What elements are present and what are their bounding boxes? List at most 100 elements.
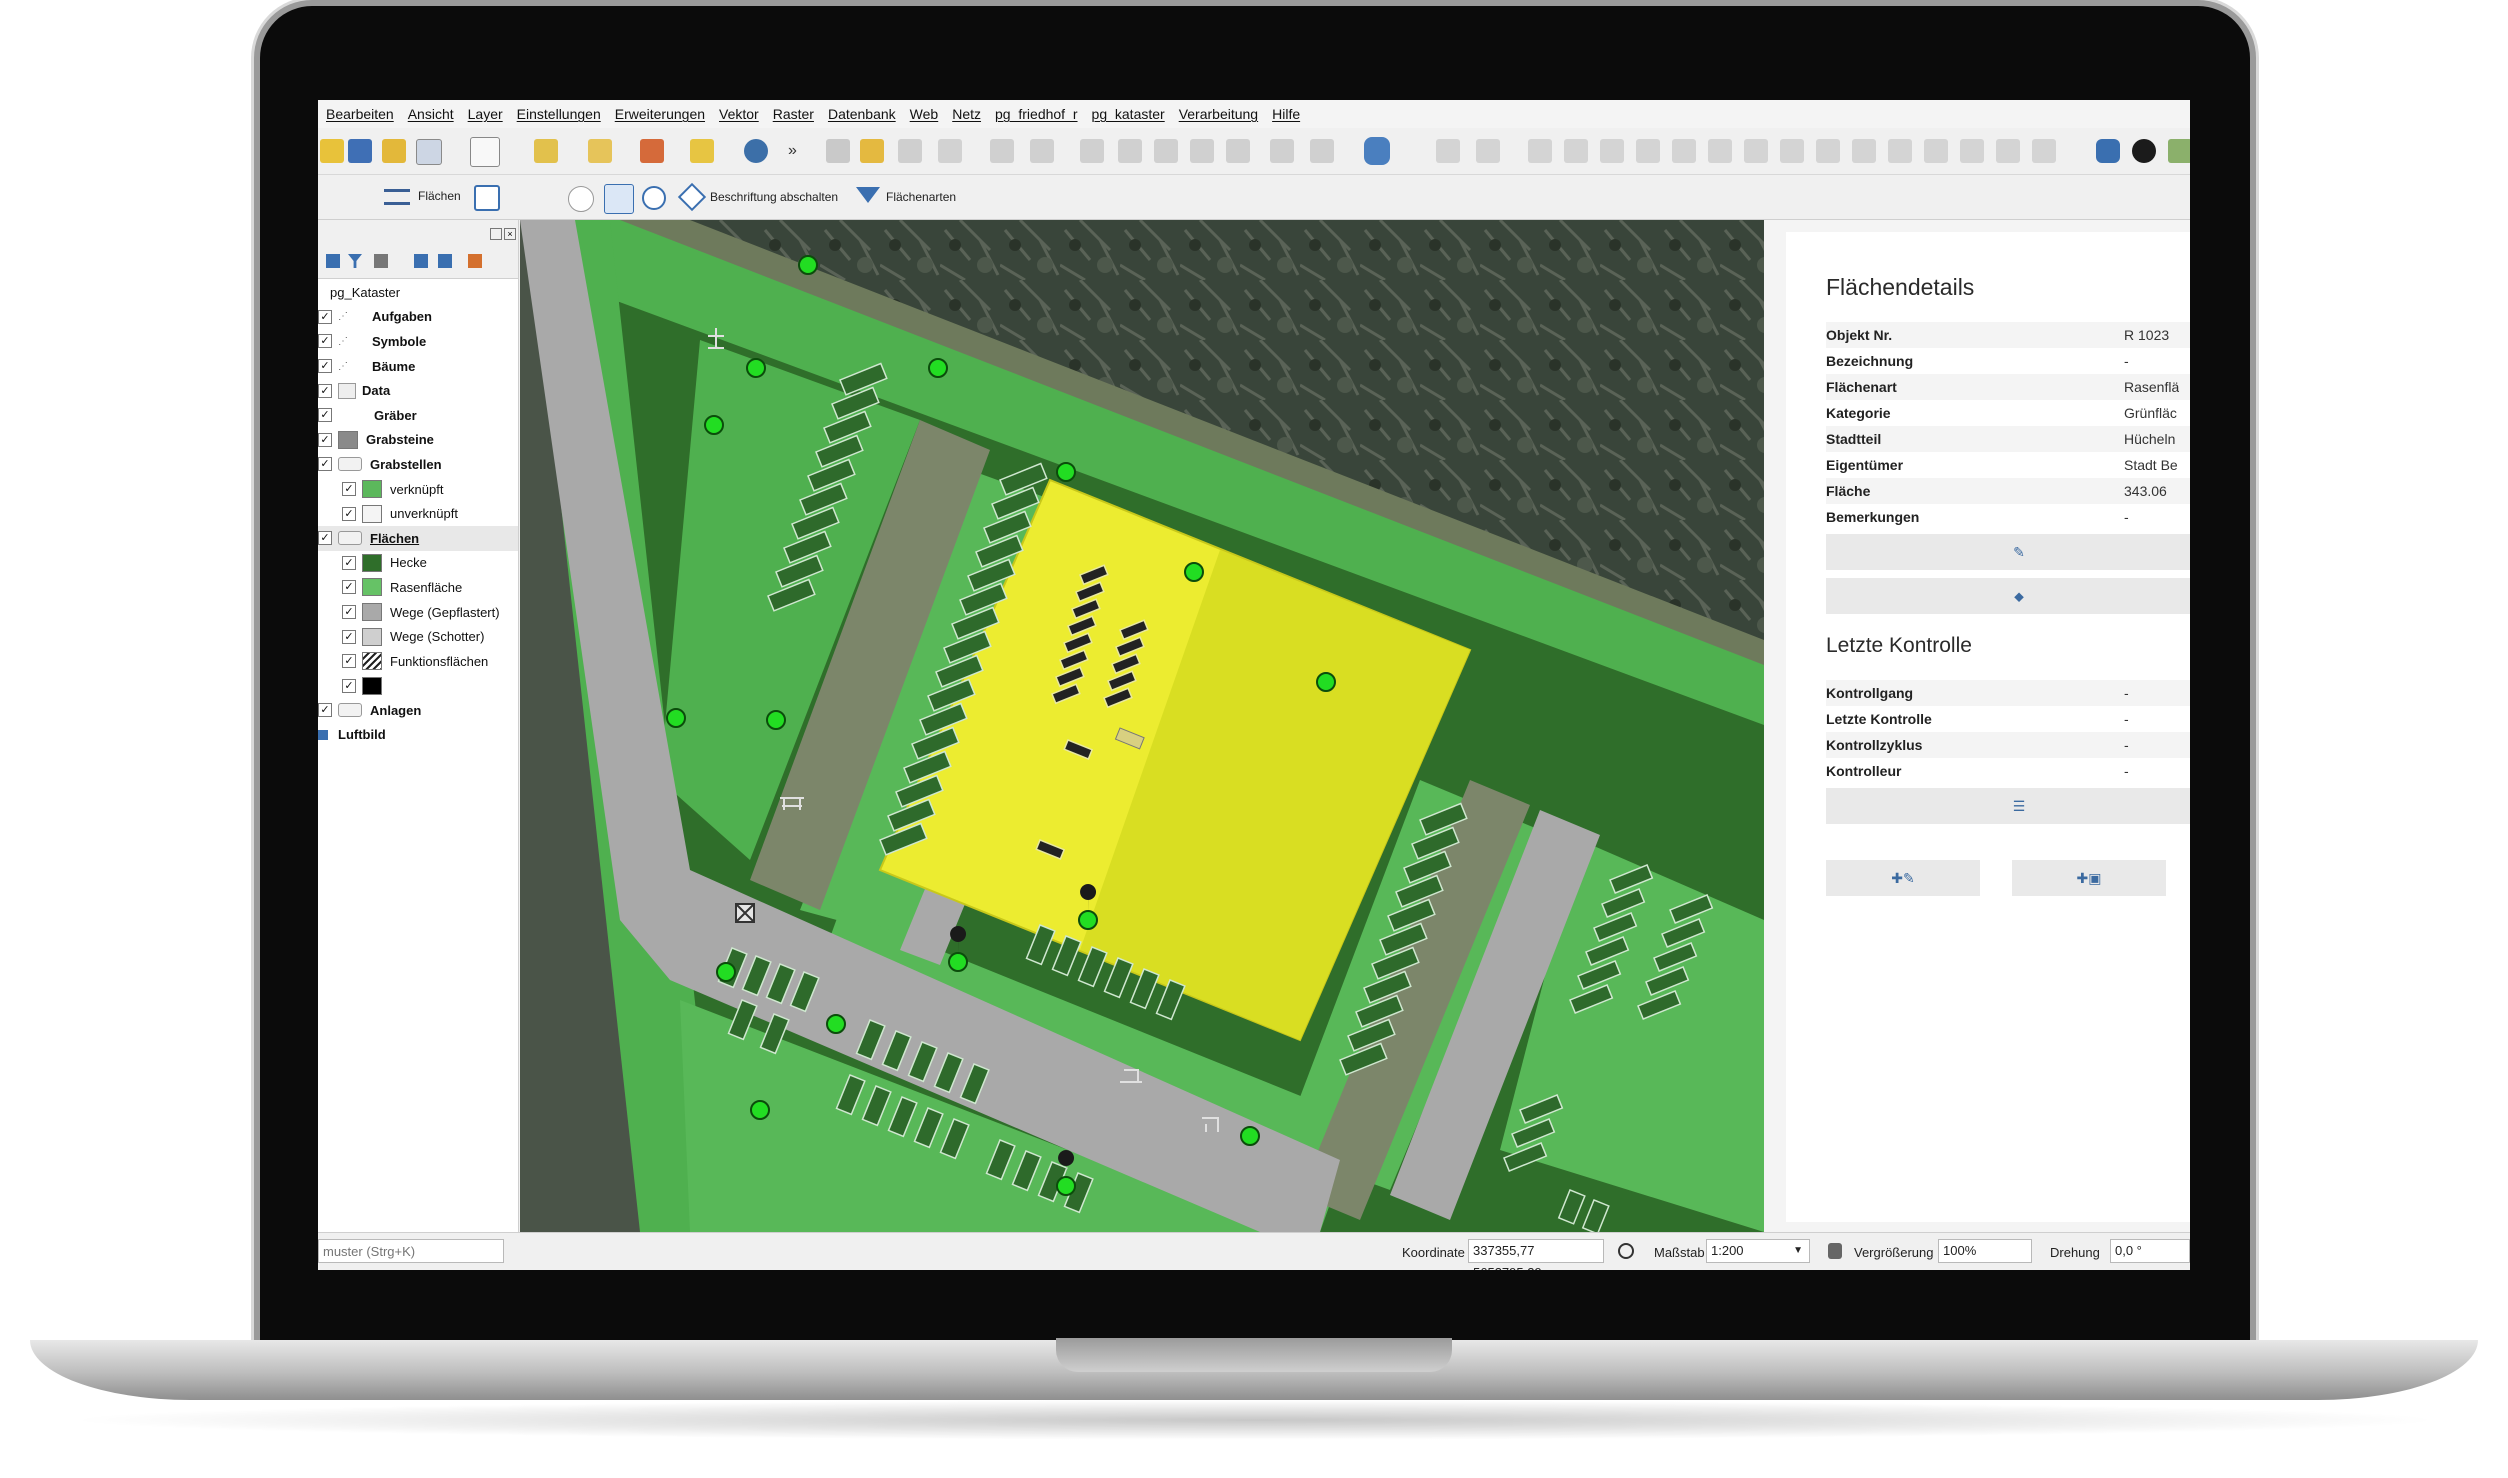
menu-raster[interactable]: Raster [773, 106, 814, 122]
copy-features-icon[interactable] [1190, 139, 1214, 163]
flaechenarten-filter-button[interactable]: Flächenarten [854, 183, 964, 211]
collapse-all-icon[interactable] [438, 254, 452, 268]
redo-icon[interactable] [1310, 139, 1334, 163]
digitizing-tool-15-icon[interactable] [1960, 139, 1984, 163]
toggle-editing-icon[interactable] [860, 139, 884, 163]
save-project-icon[interactable] [348, 139, 372, 163]
category-rasenflaeche[interactable]: ✓ Rasenfläche [318, 575, 518, 600]
vertex-tool-icon[interactable] [1030, 139, 1054, 163]
undock-icon[interactable] [490, 228, 502, 240]
more-tools-icon[interactable]: » [788, 142, 797, 160]
layer-checkbox[interactable]: ✓ [318, 703, 332, 718]
category-unverknuepft[interactable]: ✓ unverknüpft [318, 501, 518, 526]
python-console-icon[interactable] [2096, 139, 2120, 163]
save-edits-icon[interactable] [898, 139, 922, 163]
deselect-icon[interactable] [640, 139, 664, 163]
menu-hilfe[interactable]: Hilfe [1272, 106, 1300, 122]
scale-select[interactable]: 1:200 ▼ [1706, 1239, 1810, 1263]
list-button[interactable]: ☰ [1826, 788, 2190, 824]
menu-vektor[interactable]: Vektor [719, 106, 759, 122]
open-project-icon[interactable] [320, 139, 344, 163]
remove-layer-icon[interactable] [468, 254, 482, 268]
digitizing-tool-12-icon[interactable] [1852, 139, 1876, 163]
layer-baeume[interactable]: ✓ ⋰ Bäume [318, 354, 518, 379]
plugin-icon[interactable] [2168, 139, 2190, 163]
layer-checkbox[interactable]: ✓ [318, 359, 332, 374]
delete-selected-icon[interactable] [1118, 139, 1142, 163]
layer-grabsteine[interactable]: ✓ Grabsteine [318, 428, 518, 453]
close-icon[interactable]: × [504, 228, 516, 240]
category-checkbox[interactable]: ✓ [342, 482, 356, 497]
add-image-button[interactable]: ✚▣ [2012, 860, 2166, 896]
category-checkbox[interactable]: ✓ [342, 629, 356, 644]
menu-einstellungen[interactable]: Einstellungen [517, 106, 601, 122]
layer-checkbox[interactable]: ✓ [318, 408, 332, 423]
layer-symbole[interactable]: ✓ ⋰ Symbole [318, 329, 518, 354]
category-checkbox[interactable]: ✓ [342, 580, 356, 595]
flaechen-layer-button[interactable]: Flächen [382, 183, 464, 211]
digitizing-tool-2-icon[interactable] [1476, 139, 1500, 163]
select-location-icon[interactable] [690, 139, 714, 163]
select-by-value-icon[interactable] [588, 139, 612, 163]
category-wege-schotter[interactable]: ✓ Wege (Schotter) [318, 624, 518, 649]
print-layout-icon[interactable] [416, 139, 442, 165]
open-layer-styling-icon[interactable] [326, 254, 340, 268]
map-canvas[interactable] [520, 220, 1764, 1232]
tag-button[interactable]: ⬥ [1826, 578, 2190, 614]
category-funktionsflaechen[interactable]: ✓ Funktionsflächen [318, 649, 518, 674]
category-checkbox[interactable]: ✓ [342, 678, 356, 693]
layer-group-pg-kataster[interactable]: pg_Kataster [318, 280, 518, 305]
search-icon[interactable] [642, 186, 666, 210]
digitizing-tool-17-icon[interactable] [2032, 139, 2056, 163]
identify-features-icon[interactable] [744, 139, 768, 163]
layer-luftbild[interactable]: Luftbild [318, 723, 518, 748]
menu-pg-friedhof[interactable]: pg_friedhof_r [995, 106, 1078, 122]
layer-grabstellen[interactable]: ✓ Grabstellen [318, 452, 518, 477]
modify-attributes-icon[interactable] [1080, 139, 1104, 163]
menu-datenbank[interactable]: Datenbank [828, 106, 896, 122]
expand-all-icon[interactable] [414, 254, 428, 268]
current-edits-icon[interactable] [826, 139, 850, 163]
beschriftung-button[interactable]: Beschriftung abschalten [677, 182, 840, 212]
layer-checkbox[interactable]: ✓ [318, 531, 332, 546]
digitizing-tool-4-icon[interactable] [1564, 139, 1588, 163]
add-polygon-icon[interactable] [990, 139, 1014, 163]
layer-aufgaben[interactable]: ✓ ⋰ Aufgaben [318, 305, 518, 330]
mouse-coordinates-icon[interactable] [1618, 1243, 1634, 1259]
category-other[interactable]: ✓ [318, 674, 518, 699]
menu-verarbeitung[interactable]: Verarbeitung [1179, 106, 1258, 122]
digitizing-tool-8-icon[interactable] [1708, 139, 1732, 163]
category-checkbox[interactable]: ✓ [342, 506, 356, 521]
locator-search-input[interactable] [318, 1239, 504, 1263]
layer-anlagen[interactable]: ✓ Anlagen [318, 698, 518, 723]
select-features-icon[interactable] [534, 139, 558, 163]
digitizing-tool-11-icon[interactable] [1816, 139, 1840, 163]
debug-bug-icon[interactable] [2132, 139, 2156, 163]
add-point-icon[interactable] [568, 186, 594, 212]
digitize-icon[interactable] [938, 139, 962, 163]
save-as-icon[interactable] [382, 139, 406, 163]
layer-checkbox[interactable]: ✓ [318, 334, 332, 349]
digitizing-tool-10-icon[interactable] [1780, 139, 1804, 163]
filter-by-expression-icon[interactable] [374, 254, 388, 268]
layer-checkbox[interactable]: ✓ [318, 457, 332, 472]
layer-checkbox[interactable]: ✓ [318, 383, 332, 398]
grid-icon[interactable] [474, 185, 500, 211]
category-verknuepft[interactable]: ✓ verknüpft [318, 477, 518, 502]
menu-netz[interactable]: Netz [952, 106, 981, 122]
digitizing-tool-13-icon[interactable] [1888, 139, 1912, 163]
digitizing-tool-7-icon[interactable] [1672, 139, 1696, 163]
layer-checkbox[interactable]: ✓ [318, 309, 332, 324]
paste-features-icon[interactable] [1226, 139, 1250, 163]
layer-group-data[interactable]: ✓ Data [318, 378, 518, 403]
filter-legend-icon[interactable] [348, 254, 362, 268]
digitizing-tool-1-icon[interactable] [1436, 139, 1460, 163]
lock-icon[interactable] [1828, 1243, 1842, 1259]
magnifier-spinbox[interactable]: 100% [1938, 1239, 2032, 1263]
category-checkbox[interactable]: ✓ [342, 605, 356, 620]
undo-icon[interactable] [1270, 139, 1294, 163]
digitizing-tool-3-icon[interactable] [1528, 139, 1552, 163]
database-icon[interactable] [1364, 137, 1390, 165]
menu-web[interactable]: Web [910, 106, 939, 122]
layer-checkbox[interactable]: ✓ [318, 432, 332, 447]
